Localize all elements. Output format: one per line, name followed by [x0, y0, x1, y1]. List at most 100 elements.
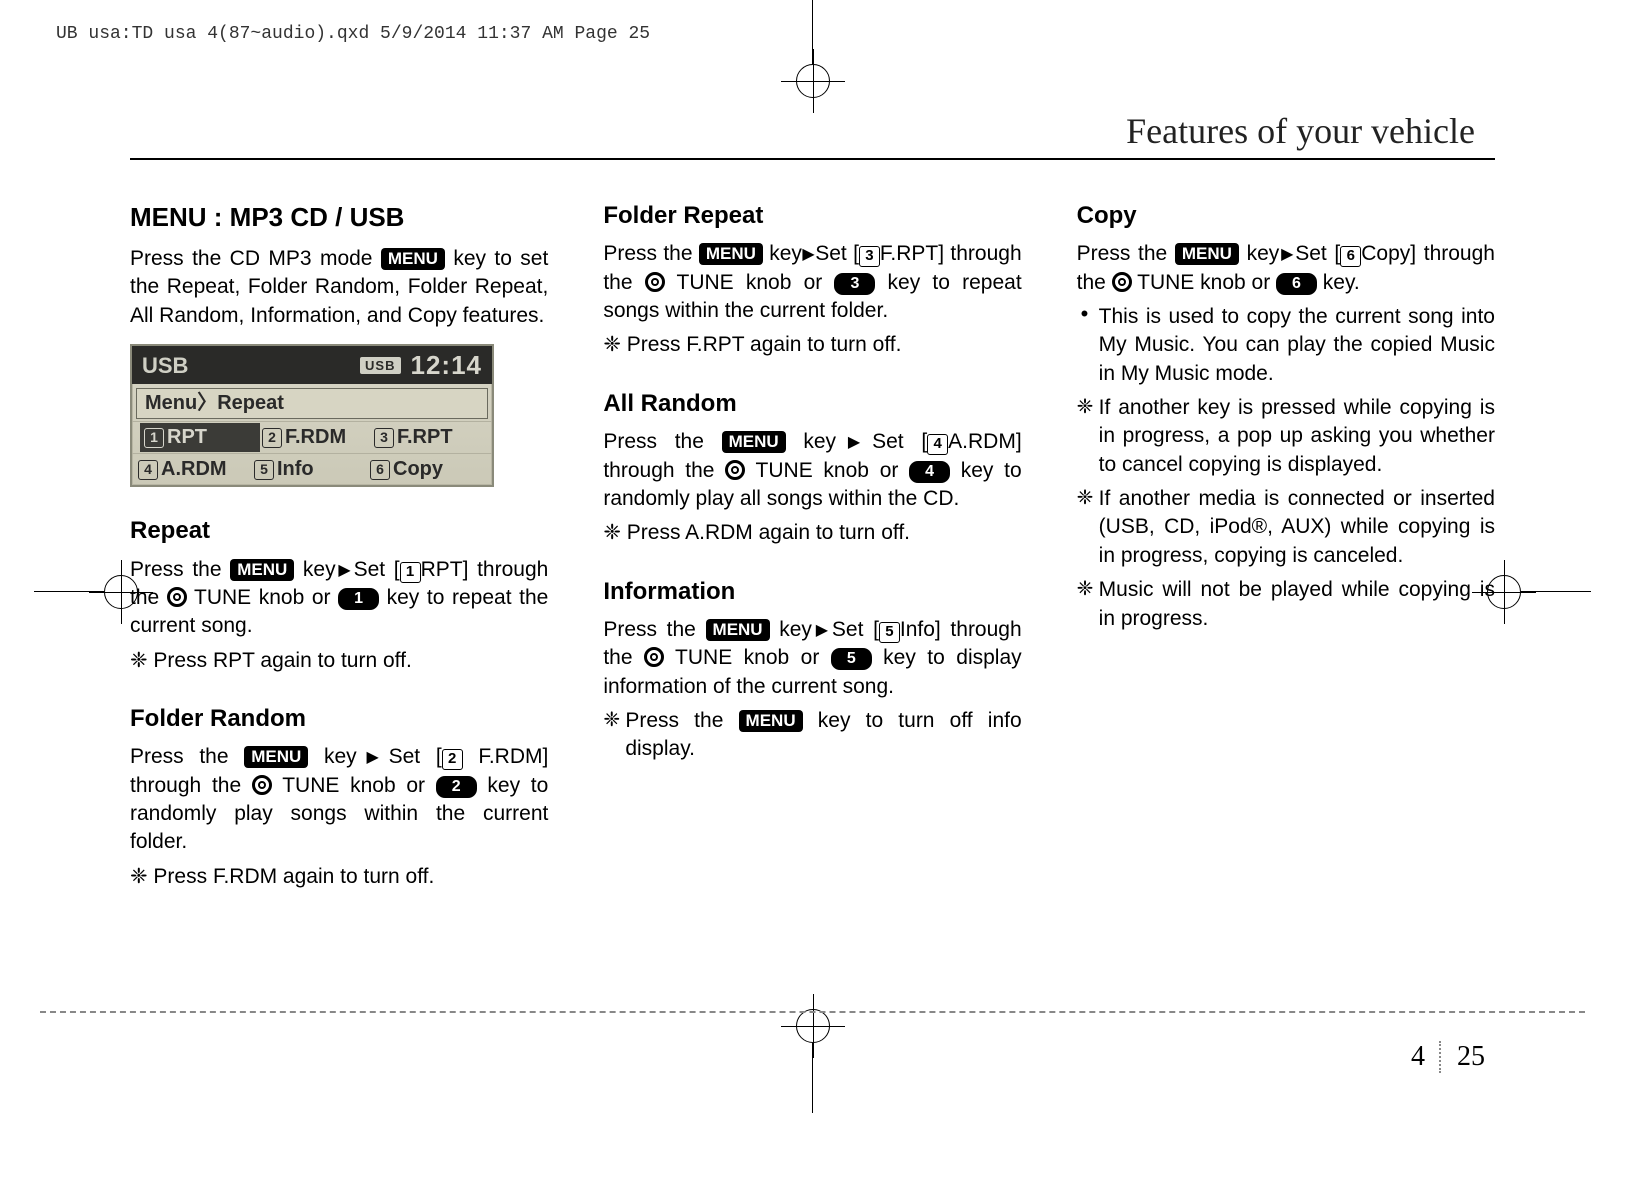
item-label: Copy	[393, 456, 443, 483]
information-note: Press the MENU key to turn off info disp…	[603, 707, 1021, 764]
text: TUNE knob or	[665, 271, 835, 294]
registration-mark-bottom	[796, 1009, 830, 1113]
copy-notes: If another key is pressed while copying …	[1077, 394, 1495, 633]
text: Press the	[625, 709, 738, 732]
column-1: MENU : MP3 CD / USB Press the CD MP3 mod…	[130, 200, 548, 897]
menu-key: MENU	[699, 243, 763, 265]
print-header: UB usa:TD usa 4(87~audio).qxd 5/9/2014 1…	[56, 24, 650, 44]
screen-title: USB	[142, 351, 188, 381]
information-body: Press the MENU key▶Set [5Info] through t…	[603, 616, 1021, 701]
menu-mp3-intro: Press the CD MP3 mode MENU key to set th…	[130, 245, 548, 330]
information-title: Information	[603, 576, 1021, 608]
text: TUNE knob or	[187, 586, 338, 609]
copy-body: Press the MENU key▶Set [6Copy] through t…	[1077, 240, 1495, 297]
screen-item-copy: 6Copy	[370, 456, 486, 483]
screen-item-frdm: 2F.RDM	[262, 424, 374, 451]
registration-mark-right	[1487, 575, 1591, 609]
screen-titlebar: USB USB 12:14	[132, 346, 492, 384]
chapter-title: Features of your vehicle	[1126, 110, 1475, 152]
item-num: 2	[262, 428, 282, 448]
screen-row-2: 4A.RDM 5Info 6Copy	[132, 453, 492, 485]
copy-note-1: If another key is pressed while copying …	[1077, 394, 1495, 479]
text: key	[1239, 242, 1279, 265]
triangle-icon: ▶	[1279, 246, 1295, 263]
text: Press the	[1077, 242, 1175, 265]
tune-knob-icon	[645, 272, 665, 292]
text: Press the CD MP3 mode	[130, 247, 381, 270]
page-separator	[1439, 1041, 1443, 1073]
page-major: 4	[1411, 1041, 1425, 1073]
page-content: MENU : MP3 CD / USB Press the CD MP3 mod…	[130, 200, 1495, 897]
usb-badge: USB	[360, 357, 400, 375]
copy-bullets: This is used to copy the current song in…	[1077, 303, 1495, 388]
footer-dashed-line	[40, 1011, 1585, 1013]
screen-row-1: 1RPT 2F.RDM 3F.RPT	[132, 421, 492, 453]
screen-breadcrumb: Menu〉Repeat	[136, 388, 488, 419]
copy-note-2: If another media is connected or inserte…	[1077, 485, 1495, 570]
screen-item-rpt: 1RPT	[140, 423, 260, 452]
screen-clock: 12:14	[411, 348, 483, 383]
item-num: 4	[138, 460, 158, 480]
text: Press the	[603, 618, 705, 641]
text: TUNE knob or	[272, 774, 436, 797]
item-label: Info	[277, 456, 314, 483]
tune-knob-icon	[644, 647, 664, 667]
triangle-icon: ▶	[802, 246, 815, 263]
text: Set [	[389, 745, 442, 768]
folder-repeat-title: Folder Repeat	[603, 200, 1021, 232]
text: Set [	[815, 242, 859, 265]
item-num: 1	[144, 428, 164, 448]
all-random-body: Press the MENU key▶Set [4A.RDM] through …	[603, 428, 1021, 513]
text: Set [	[354, 558, 400, 581]
menu-key: MENU	[381, 248, 445, 270]
folder-random-body: Press the MENU key▶Set [2 F.RDM] through…	[130, 743, 548, 856]
tune-knob-icon	[167, 587, 187, 607]
text: key.	[1317, 271, 1360, 294]
circled-1: 1	[400, 562, 421, 583]
item-num: 5	[254, 460, 274, 480]
chapter-rule	[130, 158, 1495, 160]
page-minor: 25	[1457, 1041, 1485, 1073]
key-5: 5	[831, 648, 872, 670]
folder-repeat-body: Press the MENU key▶Set [3F.RPT] through …	[603, 240, 1021, 325]
key-3: 3	[834, 273, 875, 295]
information-note-list: Press the MENU key to turn off info disp…	[603, 707, 1021, 764]
item-num: 6	[370, 460, 390, 480]
text: Set [	[872, 430, 927, 453]
text: TUNE knob or	[745, 459, 909, 482]
menu-screen: USB USB 12:14 Menu〉Repeat 1RPT 2F.RDM 3F…	[130, 344, 494, 487]
text: key	[294, 558, 335, 581]
text: Set [	[1295, 242, 1340, 265]
text: Press the	[603, 430, 721, 453]
circled-5: 5	[879, 622, 900, 643]
text: Press the	[130, 558, 230, 581]
screen-item-frpt: 3F.RPT	[374, 424, 486, 451]
tune-knob-icon	[252, 775, 272, 795]
menu-key: MENU	[244, 746, 308, 768]
item-label: F.RPT	[397, 424, 453, 451]
copy-note-3: Music will not be played while copying i…	[1077, 576, 1495, 633]
folder-random-note: ❈ Press F.RDM again to turn off.	[130, 863, 548, 891]
triangle-icon: ▶	[336, 562, 354, 579]
column-2: Folder Repeat Press the MENU key▶Set [3F…	[603, 200, 1021, 897]
all-random-title: All Random	[603, 388, 1021, 420]
key-1: 1	[338, 588, 379, 610]
copy-bullet-1: This is used to copy the current song in…	[1077, 303, 1495, 388]
text: Press the	[603, 242, 699, 265]
repeat-title: Repeat	[130, 515, 548, 547]
circled-2: 2	[442, 749, 463, 770]
menu-key: MENU	[230, 559, 294, 581]
screen-item-info: 5Info	[254, 456, 370, 483]
registration-mark-top	[796, 0, 830, 98]
menu-key: MENU	[739, 710, 803, 732]
screen-item-ardm: 4A.RDM	[138, 456, 254, 483]
circled-6: 6	[1340, 246, 1361, 267]
menu-key: MENU	[722, 431, 786, 453]
circled-3: 3	[859, 246, 880, 267]
tune-knob-icon	[725, 460, 745, 480]
all-random-note: ❈ Press A.RDM again to turn off.	[603, 519, 1021, 547]
key-6: 6	[1276, 273, 1317, 295]
text: Set [	[832, 618, 879, 641]
text: TUNE knob or	[1132, 271, 1276, 294]
repeat-note: ❈ Press RPT again to turn off.	[130, 647, 548, 675]
